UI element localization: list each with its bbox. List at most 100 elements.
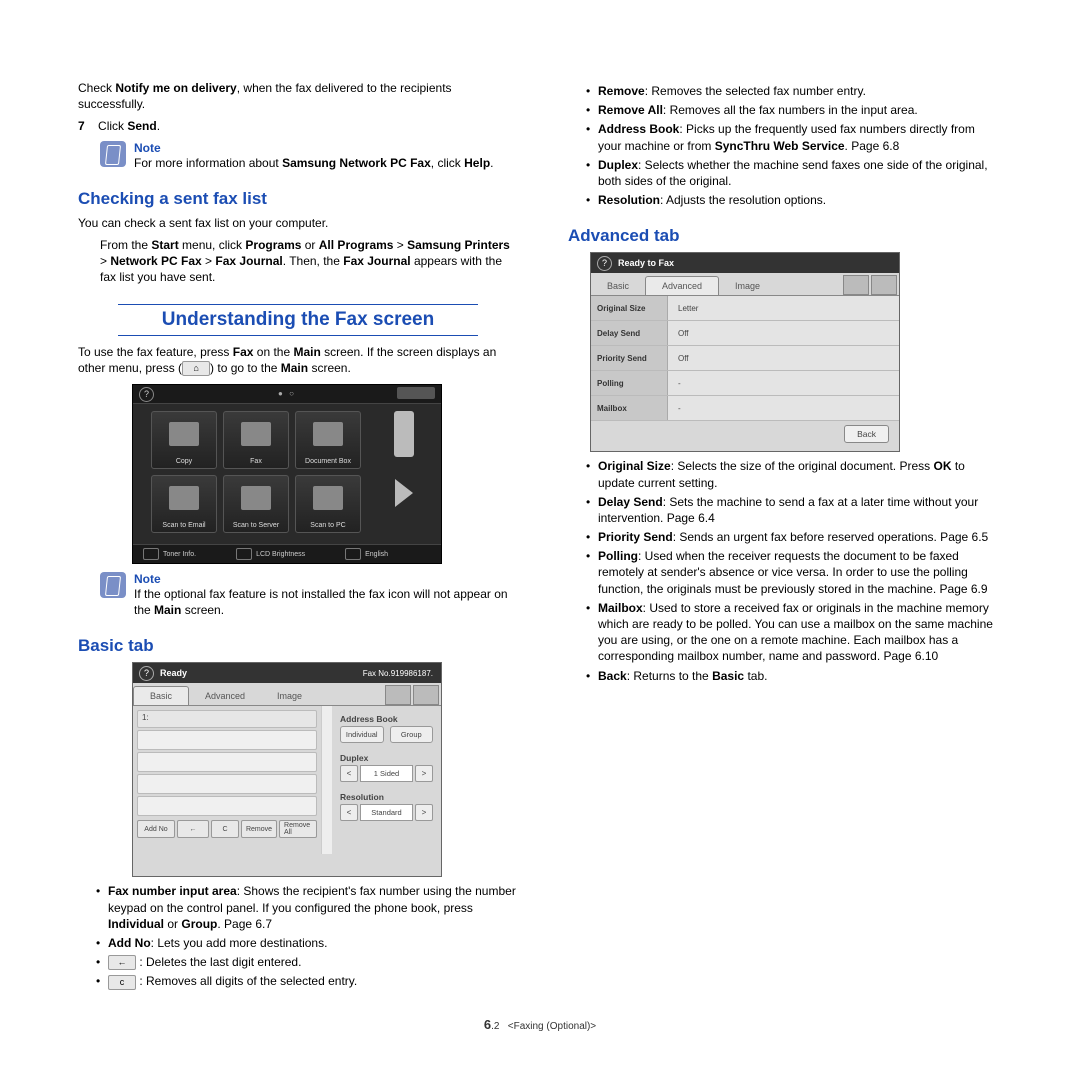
bold-send: Send — [127, 119, 156, 133]
group-button[interactable]: Group — [390, 726, 434, 743]
note-text: If the optional fax feature is not insta… — [134, 586, 518, 618]
row-delay-send[interactable]: Delay SendOff — [591, 321, 899, 346]
clear-button[interactable]: C — [211, 820, 239, 838]
note-text: For more information about Samsung Netwo… — [134, 155, 494, 171]
help-icon[interactable]: ? — [139, 666, 154, 681]
backspace-button[interactable]: ← — [177, 820, 209, 838]
step-num: 7 — [78, 119, 85, 133]
t: . — [157, 119, 160, 133]
section-title-box: Understanding the Fax screen — [78, 304, 518, 336]
toolbar-icon[interactable] — [385, 685, 411, 705]
list-item: Fax number input area: Shows the recipie… — [96, 883, 518, 932]
backspace-icon: ← — [108, 955, 136, 970]
remove-all-button[interactable]: Remove All — [279, 820, 317, 838]
duplex-value: 1 Sided — [360, 765, 413, 782]
tab-advanced[interactable]: Advanced — [189, 687, 261, 705]
list-item[interactable] — [137, 774, 317, 794]
page-footer: 6.2 <Faxing (Optional)> — [0, 1017, 1080, 1032]
scrollbar[interactable] — [321, 706, 332, 854]
row-mailbox[interactable]: Mailbox- — [591, 396, 899, 421]
tile-scan-server[interactable]: Scan to Server — [223, 475, 289, 533]
fax-no-label: Fax No.919986187. — [363, 669, 433, 678]
toolbar-icon[interactable] — [843, 275, 869, 295]
status-ready: Ready — [160, 668, 187, 678]
chevron-left-icon[interactable]: < — [340, 765, 358, 782]
toolbar-icon[interactable] — [871, 275, 897, 295]
tile-document-box[interactable]: Document Box — [295, 411, 361, 469]
tab-image[interactable]: Image — [719, 277, 776, 295]
note-title: Note — [134, 141, 494, 155]
login-button[interactable] — [397, 387, 435, 399]
fax-number-input-area[interactable]: 1: — [137, 710, 317, 728]
intro-line: Check Notify me on delivery, when the fa… — [78, 80, 518, 112]
tile-scan-pc[interactable]: Scan to PC — [295, 475, 361, 533]
individual-button[interactable]: Individual — [340, 726, 384, 743]
toner-icon[interactable] — [143, 548, 159, 560]
rule-bottom — [118, 335, 478, 336]
bold-notify: Notify me on delivery — [115, 81, 236, 95]
home-icon: ⌂ — [182, 361, 210, 376]
lang-label: English — [365, 551, 388, 558]
list-item: Resolution: Adjusts the resolution optio… — [586, 192, 998, 208]
add-no-button[interactable]: Add No — [137, 820, 175, 838]
lang-icon[interactable] — [345, 548, 361, 560]
brightness-icon[interactable] — [236, 548, 252, 560]
clear-icon: c — [108, 975, 136, 990]
list-item: Remove: Removes the selected fax number … — [586, 83, 998, 99]
list-item: Delay Send: Sets the machine to send a f… — [586, 494, 998, 526]
usb-icon[interactable] — [394, 411, 414, 457]
tile-fax[interactable]: Fax — [223, 411, 289, 469]
p-use: To use the fax feature, press Fax on the… — [78, 344, 518, 377]
tile-scan-email[interactable]: Scan to Email — [151, 475, 217, 533]
remove-button[interactable]: Remove — [241, 820, 277, 838]
next-arrow-icon[interactable] — [395, 479, 413, 507]
subhead-advanced-tab: Advanced tab — [568, 226, 998, 246]
tab-image[interactable]: Image — [261, 687, 318, 705]
label-duplex: Duplex — [340, 753, 433, 763]
tile-copy[interactable]: Copy — [151, 411, 217, 469]
section-title: Understanding the Fax screen — [78, 309, 518, 331]
subhead-basic-tab: Basic tab — [78, 636, 518, 656]
list-item: Back: Returns to the Basic tab. — [586, 668, 998, 684]
bold: Samsung Network PC Fax — [282, 156, 431, 170]
tab-advanced[interactable]: Advanced — [645, 276, 719, 295]
tab-basic[interactable]: Basic — [133, 686, 189, 705]
row-original-size[interactable]: Original SizeLetter — [591, 296, 899, 321]
list-item[interactable] — [137, 730, 317, 750]
t: , click — [431, 156, 464, 170]
list-item: Priority Send: Sends an urgent fax befor… — [586, 529, 998, 545]
list-item: Remove All: Removes all the fax numbers … — [586, 102, 998, 118]
note-icon — [100, 572, 126, 598]
label-address-book: Address Book — [340, 714, 433, 724]
toolbar-icon[interactable] — [413, 685, 439, 705]
row-priority-send[interactable]: Priority SendOff — [591, 346, 899, 371]
t: Click — [98, 119, 127, 133]
step-7: 7 Click Send. — [78, 118, 518, 134]
pager-dots: ● ○ — [278, 389, 296, 398]
list-item[interactable] — [137, 796, 317, 816]
basic-bullets-cont: Remove: Removes the selected fax number … — [568, 83, 998, 208]
help-icon[interactable]: ? — [139, 387, 154, 402]
basic-tab-screenshot: ? Ready Fax No.919986187. Basic Advanced… — [132, 662, 442, 877]
page-num: 6 — [484, 1017, 491, 1032]
p-from: From the Start menu, click Programs or A… — [100, 237, 518, 286]
advanced-bullets: Original Size: Selects the size of the o… — [568, 458, 998, 683]
list-item: Original Size: Selects the size of the o… — [586, 458, 998, 490]
bold: Help — [464, 156, 490, 170]
note-block-2: Note If the optional fax feature is not … — [100, 572, 518, 618]
list-item: c : Removes all digits of the selected e… — [96, 973, 518, 989]
label-resolution: Resolution — [340, 792, 433, 802]
row-polling[interactable]: Polling- — [591, 371, 899, 396]
back-button[interactable]: Back — [844, 425, 889, 443]
main-screen-screenshot: ? ● ○ Copy Fax Document Box Scan to Emai… — [132, 384, 442, 564]
tab-basic[interactable]: Basic — [591, 277, 645, 295]
p-check: You can check a sent fax list on your co… — [78, 215, 518, 231]
list-item: ← : Deletes the last digit entered. — [96, 954, 518, 970]
list-item[interactable] — [137, 752, 317, 772]
chevron-right-icon[interactable]: > — [415, 804, 433, 821]
help-icon[interactable]: ? — [597, 256, 612, 271]
chevron-left-icon[interactable]: < — [340, 804, 358, 821]
chevron-right-icon[interactable]: > — [415, 765, 433, 782]
toner-label: Toner Info. — [163, 551, 196, 558]
note-icon — [100, 141, 126, 167]
